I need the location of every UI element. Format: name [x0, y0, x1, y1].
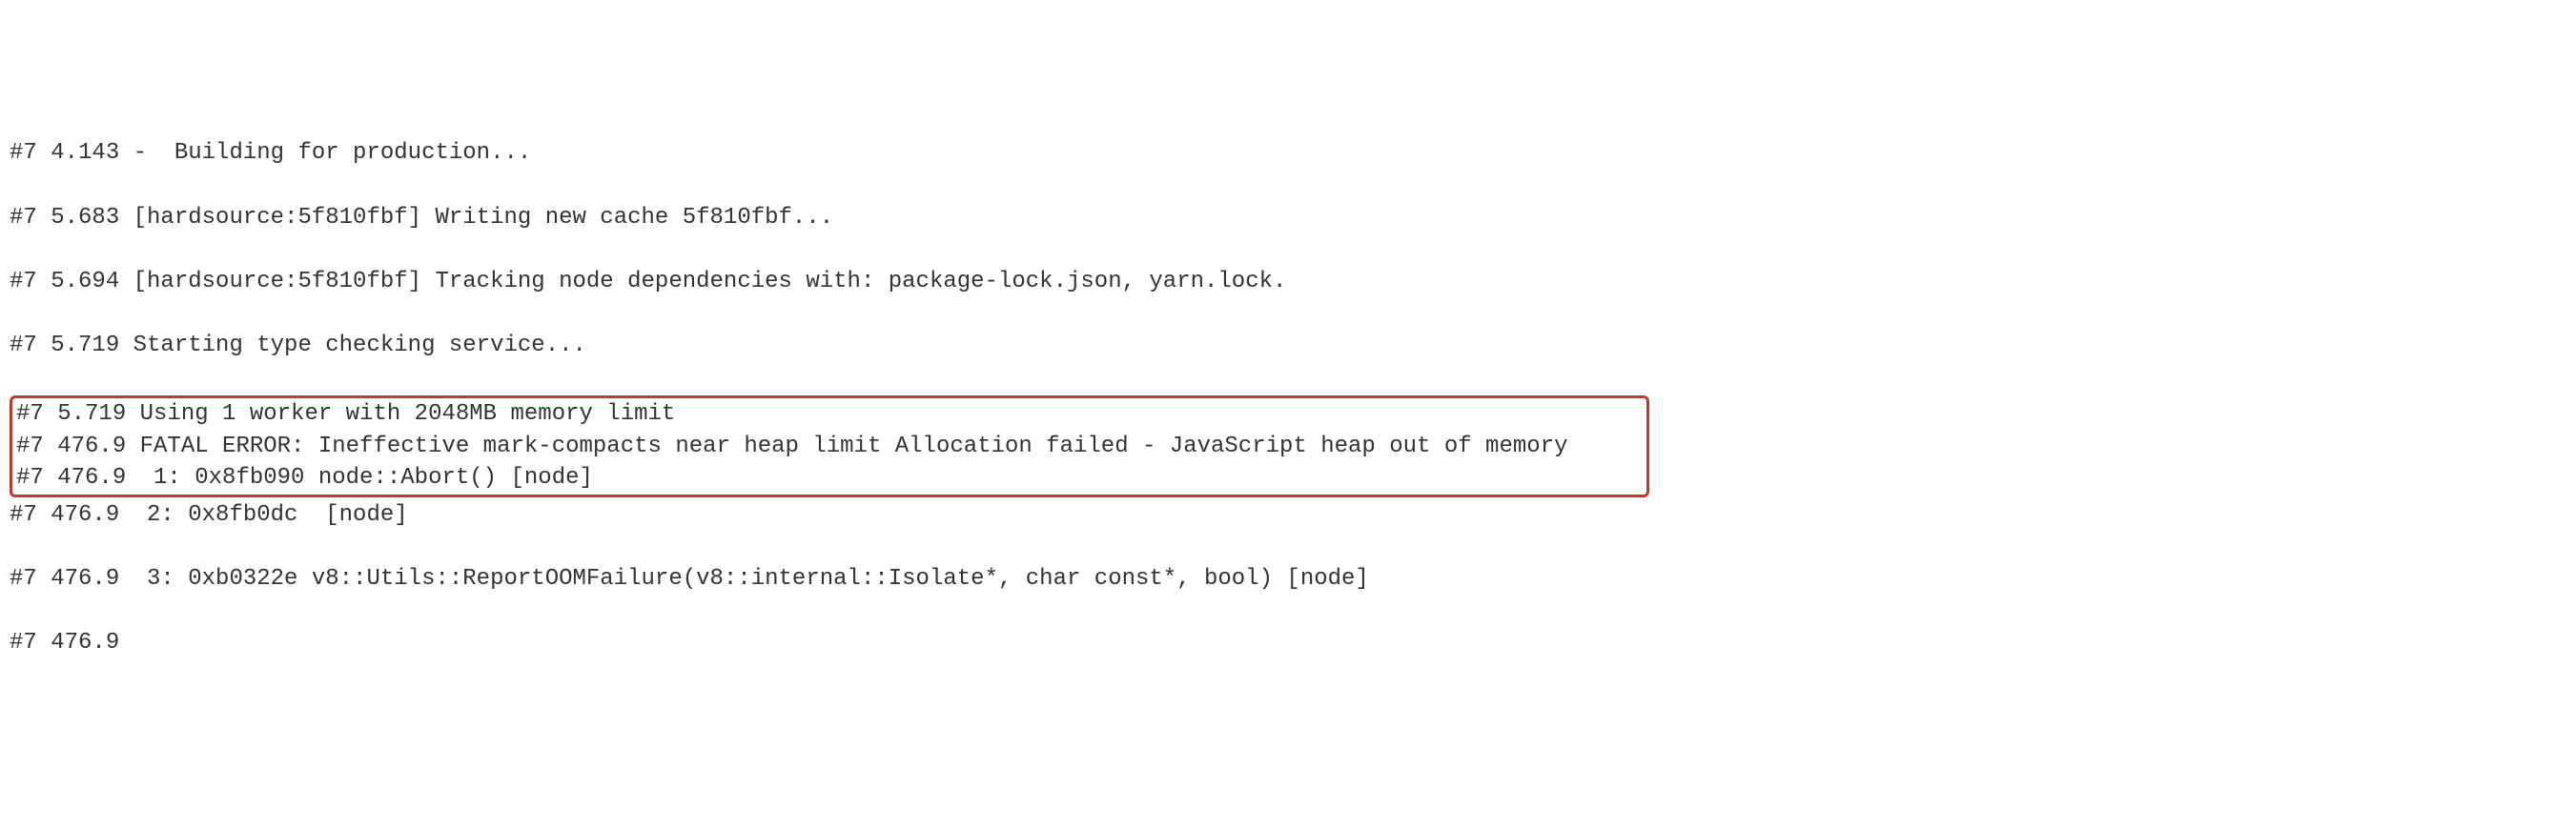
- log-line-fatal-error: #7 476.9 FATAL ERROR: Ineffective mark-c…: [12, 431, 1646, 463]
- log-line: #7 5.719 Starting type checking service.…: [10, 330, 2566, 362]
- log-line: #7 476.9: [10, 627, 2566, 659]
- log-line: #7 476.9 2: 0x8fb0dc [node]: [10, 499, 2566, 532]
- log-line: #7 476.9 3: 0xb0322e v8::Utils::ReportOO…: [10, 563, 2566, 596]
- log-line: #7 5.719 Using 1 worker with 2048MB memo…: [12, 398, 1646, 431]
- log-line: #7 4.143 - Building for production...: [10, 137, 2566, 170]
- log-line: #7 5.694 [hardsource:5f810fbf] Tracking …: [10, 266, 2566, 298]
- error-highlight-box: #7 5.719 Using 1 worker with 2048MB memo…: [10, 395, 1649, 497]
- log-line: #7 476.9 1: 0x8fb090 node::Abort() [node…: [12, 462, 1646, 495]
- log-line: #7 5.683 [hardsource:5f810fbf] Writing n…: [10, 202, 2566, 234]
